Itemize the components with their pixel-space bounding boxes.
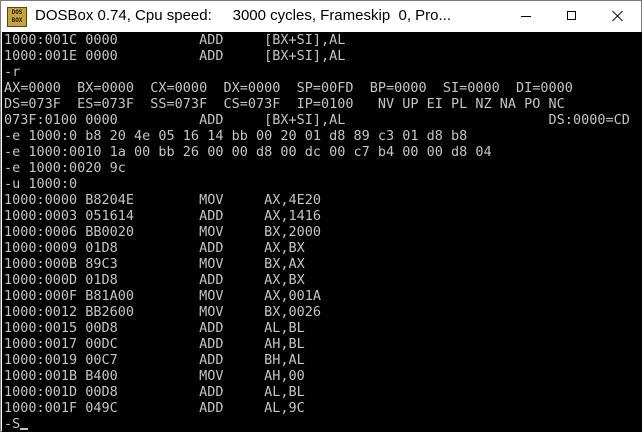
minimize-icon — [521, 16, 531, 17]
prompt-line[interactable]: -S — [4, 416, 630, 432]
console-line: -r — [4, 64, 21, 80]
console-line: 1000:001B B400 MOV AH,00 — [4, 368, 305, 384]
console-line: 1000:000B 89C3 MOV BX,AX — [4, 256, 305, 272]
console-line: 1000:0006 BB0020 MOV BX,2000 — [4, 224, 321, 240]
console-line: -e 1000:0 b8 20 4e 05 16 14 bb 00 20 01 … — [4, 128, 468, 144]
title-bar[interactable]: DOS BOX DOSBox 0.74, Cpu speed: 3000 cyc… — [1, 1, 641, 32]
dos-console[interactable]: 1000:001C 0000 ADD [BX+SI],AL 1000:001E … — [2, 32, 642, 432]
console-line: DS=073F ES=073F SS=073F CS=073F IP=0100 … — [4, 96, 565, 112]
maximize-button[interactable] — [549, 1, 595, 32]
window-title: DOSBox 0.74, Cpu speed: 3000 cycles, Fra… — [35, 7, 452, 24]
console-line: 1000:0015 00D8 ADD AL,BL — [4, 320, 305, 336]
console-line: 1000:0000 B8204E MOV AX,4E20 — [4, 192, 321, 208]
dosbox-window: DOS BOX DOSBox 0.74, Cpu speed: 3000 cyc… — [0, 0, 642, 432]
console-line: 073F:0100 0000 ADD [BX+SI],AL DS:0000=CD — [4, 112, 630, 128]
console-line: 1000:001E 0000 ADD [BX+SI],AL — [4, 48, 346, 64]
console-line: 1000:000F B81A00 MOV AX,001A — [4, 288, 321, 304]
text-cursor — [20, 428, 29, 430]
console-line: -e 1000:0010 1a 00 bb 26 00 00 d8 00 dc … — [4, 144, 492, 160]
prompt-input: -S — [4, 416, 21, 432]
console-line: 1000:0017 00DC ADD AH,BL — [4, 336, 305, 352]
console-line: -u 1000:0 — [4, 176, 78, 192]
maximize-icon — [567, 11, 576, 20]
console-line: 1000:0012 BB2600 MOV BX,0026 — [4, 304, 321, 320]
console-output: 1000:001C 0000 ADD [BX+SI],AL 1000:001E … — [4, 32, 630, 432]
minimize-button[interactable] — [503, 1, 549, 32]
console-line: 1000:0019 00C7 ADD BH,AL — [4, 352, 305, 368]
console-line: 1000:0003 051614 ADD AX,1416 — [4, 208, 321, 224]
close-icon — [612, 10, 624, 22]
console-line: 1000:001D 00D8 ADD AL,BL — [4, 384, 305, 400]
dosbox-app-icon[interactable]: DOS BOX — [7, 7, 27, 27]
console-line: 1000:0009 01D8 ADD AX,BX — [4, 240, 305, 256]
console-line: 1000:001C 0000 ADD [BX+SI],AL — [4, 32, 346, 48]
console-line: 1000:001F 049C ADD AL,9C — [4, 400, 305, 416]
console-line: 1000:000D 01D8 ADD AX,BX — [4, 272, 305, 288]
console-line: AX=0000 BX=0000 CX=0000 DX=0000 SP=00FD … — [4, 80, 573, 96]
close-button[interactable] — [595, 1, 641, 32]
console-line: -e 1000:0020 9c — [4, 160, 126, 176]
